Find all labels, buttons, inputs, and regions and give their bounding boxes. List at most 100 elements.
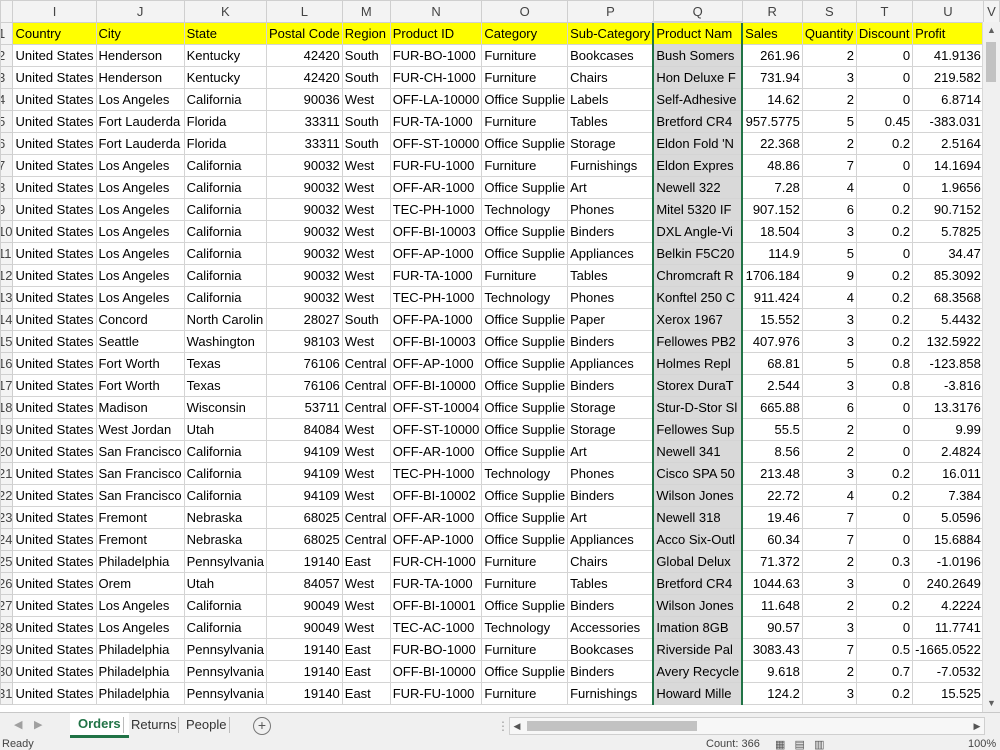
- cell[interactable]: 1044.63: [741, 572, 803, 595]
- cell[interactable]: West: [341, 484, 391, 507]
- cell[interactable]: 94109: [265, 440, 343, 463]
- cell[interactable]: Phones: [567, 462, 654, 485]
- cell[interactable]: OFF-ST-10000: [389, 132, 483, 155]
- cell[interactable]: -7.0532: [912, 660, 984, 683]
- header-cell[interactable]: Discount: [855, 21, 914, 45]
- cell[interactable]: Fort Lauderda: [95, 110, 185, 133]
- row-header[interactable]: 16: [0, 352, 14, 375]
- cell[interactable]: 90032: [265, 242, 343, 265]
- cell[interactable]: 68025: [265, 506, 343, 529]
- cell[interactable]: Fellowes Sup: [652, 418, 744, 441]
- cell[interactable]: Los Angeles: [95, 154, 185, 177]
- cell[interactable]: Mitel 5320 IF: [652, 198, 744, 221]
- cell[interactable]: 0.2: [855, 220, 914, 243]
- cell[interactable]: TEC-PH-1000: [389, 198, 483, 221]
- cell[interactable]: 2: [801, 660, 857, 683]
- row-header[interactable]: 13: [0, 286, 14, 309]
- cell[interactable]: FUR-FU-1000: [389, 154, 483, 177]
- cell[interactable]: Newell 318: [652, 506, 744, 529]
- cell[interactable]: 7.384: [912, 484, 984, 507]
- cell[interactable]: Pennsylvania: [183, 660, 267, 683]
- cell[interactable]: 0: [855, 176, 914, 199]
- cell[interactable]: United States: [12, 594, 97, 617]
- cell[interactable]: Pennsylvania: [183, 638, 267, 661]
- cell[interactable]: Furnishings: [567, 154, 654, 177]
- cell[interactable]: 213.48: [741, 462, 803, 485]
- cell[interactable]: Office Supplie: [481, 330, 569, 353]
- cell[interactable]: 3: [801, 374, 857, 397]
- cell[interactable]: 8.56: [741, 440, 803, 463]
- cell[interactable]: 3: [801, 572, 857, 595]
- view-mode-icons[interactable]: ▦ ▤ ▥: [775, 738, 825, 750]
- vertical-scrollbar[interactable]: ▲ ▼: [982, 22, 1000, 712]
- cell[interactable]: 94109: [265, 484, 343, 507]
- cell[interactable]: 41.9136: [912, 44, 984, 67]
- cell[interactable]: 33311: [265, 110, 343, 133]
- cell[interactable]: 4: [801, 484, 857, 507]
- cell[interactable]: West Jordan: [95, 418, 185, 441]
- cell[interactable]: California: [183, 242, 267, 265]
- cell[interactable]: Xerox 1967: [652, 308, 744, 331]
- cell[interactable]: East: [341, 550, 391, 573]
- prev-sheet-icon[interactable]: ◀: [14, 718, 22, 731]
- header-cell[interactable]: Product Nam: [652, 21, 744, 45]
- header-cell[interactable]: Profit: [912, 21, 984, 45]
- cell[interactable]: 731.94: [741, 66, 803, 89]
- cell[interactable]: United States: [12, 154, 97, 177]
- cell[interactable]: Los Angeles: [95, 616, 185, 639]
- cell[interactable]: 0: [855, 506, 914, 529]
- cell[interactable]: Hon Deluxe F: [652, 66, 744, 89]
- column-header-r[interactable]: R: [741, 0, 803, 23]
- header-cell[interactable]: Sales: [741, 21, 803, 45]
- worksheet-table[interactable]: IJKLMNOPQRSTUV 1CountryCityStatePostal C…: [0, 0, 1000, 705]
- cell[interactable]: 90032: [265, 220, 343, 243]
- cell[interactable]: FUR-TA-1000: [389, 110, 483, 133]
- cell[interactable]: Office Supplie: [481, 484, 569, 507]
- cell[interactable]: 0: [855, 88, 914, 111]
- cell[interactable]: United States: [12, 286, 97, 309]
- row-header[interactable]: 4: [0, 88, 14, 111]
- cell[interactable]: Los Angeles: [95, 198, 185, 221]
- cell[interactable]: 68.81: [741, 352, 803, 375]
- cell[interactable]: Appliances: [567, 242, 654, 265]
- cell[interactable]: Technology: [481, 198, 569, 221]
- cell[interactable]: 219.582: [912, 66, 984, 89]
- cell[interactable]: Wilson Jones: [652, 594, 744, 617]
- row-header[interactable]: 11: [0, 242, 14, 265]
- cell[interactable]: OFF-AP-1000: [389, 528, 483, 551]
- cell[interactable]: Binders: [567, 220, 654, 243]
- row-header[interactable]: 5: [0, 110, 14, 133]
- cell[interactable]: Imation 8GB: [652, 616, 744, 639]
- cell[interactable]: OFF-BI-10001: [389, 594, 483, 617]
- cell[interactable]: 0: [855, 154, 914, 177]
- cell[interactable]: Pennsylvania: [183, 682, 267, 705]
- cell[interactable]: 0.2: [855, 682, 914, 705]
- cell[interactable]: 55.5: [741, 418, 803, 441]
- row-header[interactable]: 10: [0, 220, 14, 243]
- cell[interactable]: Fremont: [95, 506, 185, 529]
- cell[interactable]: Chromcraft R: [652, 264, 744, 287]
- cell[interactable]: 19.46: [741, 506, 803, 529]
- cell[interactable]: TEC-PH-1000: [389, 462, 483, 485]
- cell[interactable]: 68.3568: [912, 286, 984, 309]
- cell[interactable]: Utah: [183, 572, 267, 595]
- column-header-n[interactable]: N: [389, 0, 483, 23]
- cell[interactable]: 907.152: [741, 198, 803, 221]
- cell[interactable]: 5: [801, 242, 857, 265]
- column-header-t[interactable]: T: [855, 0, 914, 23]
- cell[interactable]: Phones: [567, 286, 654, 309]
- row-header[interactable]: 3: [0, 66, 14, 89]
- cell[interactable]: 0.2: [855, 264, 914, 287]
- cell[interactable]: 76106: [265, 352, 343, 375]
- cell[interactable]: United States: [12, 330, 97, 353]
- header-cell[interactable]: Region: [341, 21, 391, 45]
- row-header[interactable]: 14: [0, 308, 14, 331]
- cell[interactable]: Belkin F5C20: [652, 242, 744, 265]
- cell[interactable]: 18.504: [741, 220, 803, 243]
- cell[interactable]: 15.6884: [912, 528, 984, 551]
- cell[interactable]: Tables: [567, 110, 654, 133]
- cell[interactable]: Henderson: [95, 66, 185, 89]
- cell[interactable]: 3: [801, 616, 857, 639]
- cell[interactable]: 90032: [265, 198, 343, 221]
- cell[interactable]: Binders: [567, 594, 654, 617]
